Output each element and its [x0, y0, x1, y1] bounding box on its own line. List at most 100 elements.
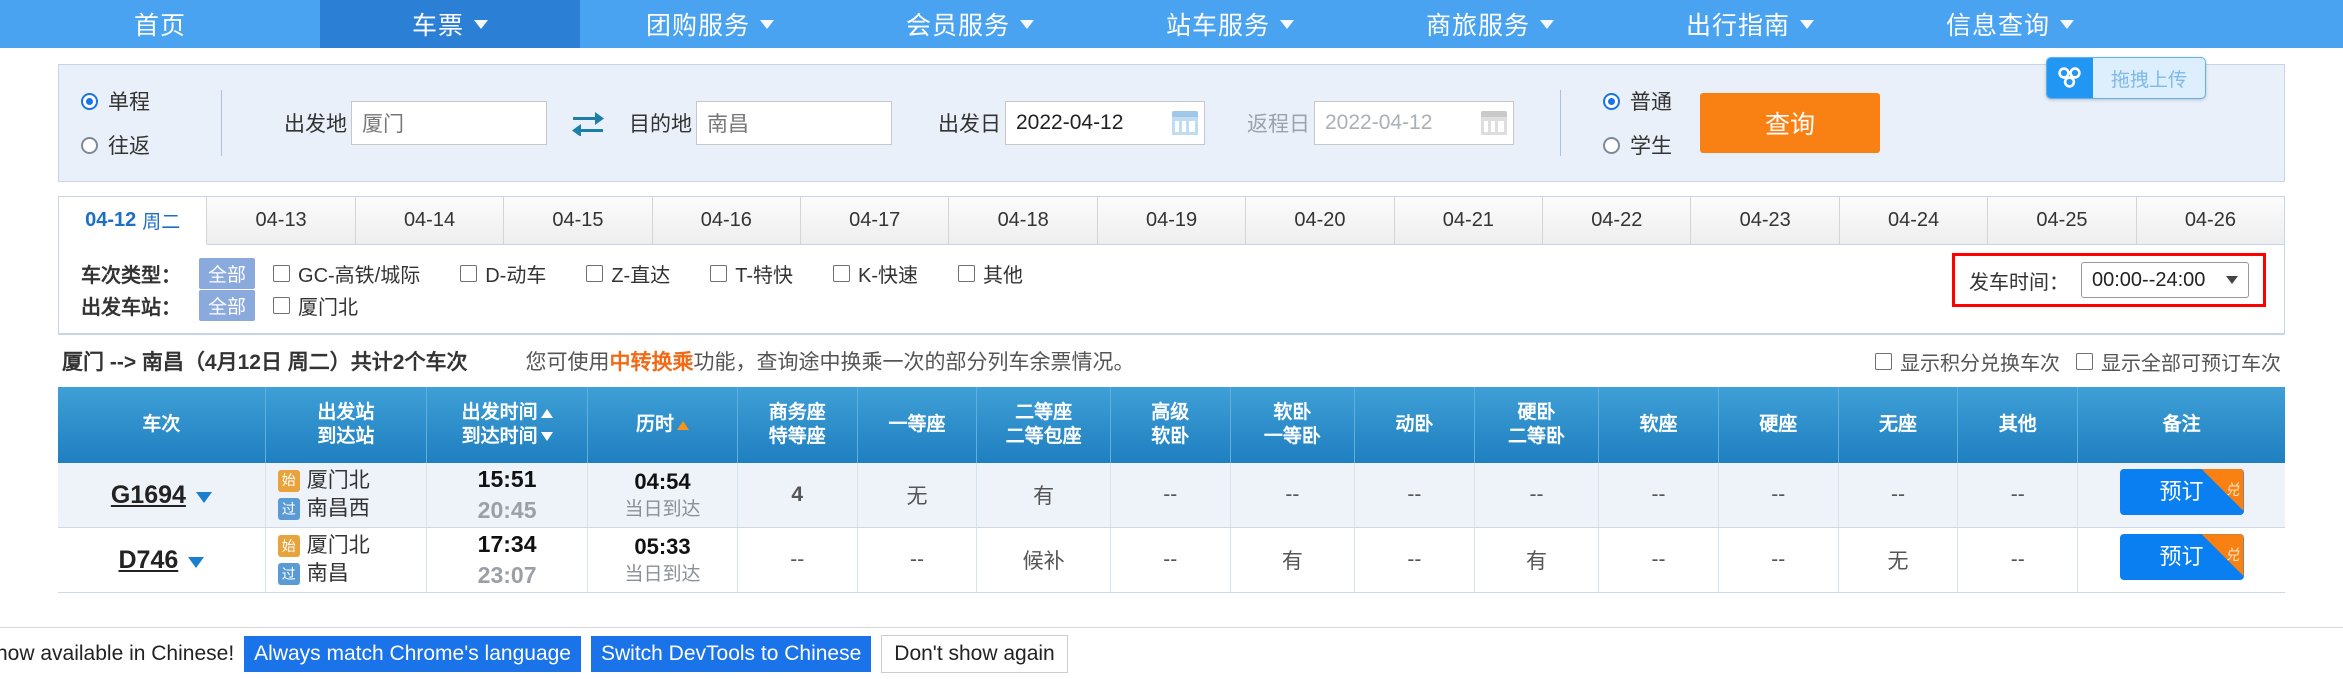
date-tab-label: 04-19	[1145, 209, 1198, 231]
cell-other: --	[1957, 527, 2079, 594]
option-show-points-trains[interactable]: 显示积分兑换车次	[1875, 347, 2060, 376]
cell-hard-sleeper: 有	[1474, 527, 1600, 594]
col-stations[interactable]: 出发站 到达站	[265, 387, 427, 463]
nav-item-tickets[interactable]: 车票	[320, 0, 580, 48]
table-row[interactable]: D746 始厦门北 过南昌 17:34 23:07 05:33 当日到达 -- …	[58, 527, 2285, 594]
date-tab-0420[interactable]: 04-20	[1246, 197, 1395, 244]
chevron-down-icon[interactable]	[195, 491, 212, 503]
depart-date-input[interactable]: 2022-04-12	[1005, 101, 1205, 145]
checkbox[interactable]	[273, 296, 291, 314]
filter-gc[interactable]: GC-高铁/城际	[273, 259, 420, 288]
to-input[interactable]: 南昌	[696, 101, 892, 145]
date-tab-0412[interactable]: 04-12 周二	[59, 197, 208, 245]
book-button[interactable]: 预订 兑	[2119, 469, 2244, 516]
date-tab-0413[interactable]: 04-13	[207, 197, 356, 244]
date-tab-weekday: 周二	[142, 212, 181, 233]
filter-z[interactable]: Z-直达	[586, 259, 670, 288]
filter-label: 其他	[983, 264, 1024, 287]
duration-value: 04:54	[634, 469, 691, 495]
radio-round-trip[interactable]: 往返	[81, 130, 209, 160]
cell-emu-sleeper: --	[1354, 463, 1475, 529]
date-tab-0421[interactable]: 04-21	[1394, 197, 1544, 244]
dont-show-again-button[interactable]: Don't show again	[881, 634, 1068, 673]
col-train-no[interactable]: 车次	[58, 387, 266, 463]
option-show-all-bookable[interactable]: 显示全部可预订车次	[2076, 347, 2281, 376]
filter-other[interactable]: 其他	[958, 259, 1023, 288]
summary-options: 显示积分兑换车次 显示全部可预订车次	[1875, 347, 2281, 376]
checkbox[interactable]	[273, 264, 291, 282]
station-all-button[interactable]: 全部	[199, 289, 256, 321]
checkbox[interactable]	[1875, 352, 1892, 370]
swap-stations-button[interactable]	[571, 110, 605, 136]
date-tab-0414[interactable]: 04-14	[355, 197, 505, 244]
filter-d[interactable]: D-动车	[460, 259, 546, 288]
query-button[interactable]: 查询	[1700, 93, 1880, 153]
from-input-value: 厦门	[362, 113, 404, 136]
date-tab-0418[interactable]: 04-18	[949, 197, 1098, 244]
col-duration[interactable]: 历时	[587, 387, 738, 463]
from-input[interactable]: 厦门	[351, 101, 547, 145]
date-tab-0415[interactable]: 04-15	[504, 197, 653, 244]
transfer-link[interactable]: 中转换乘	[609, 351, 693, 374]
radio-one-way[interactable]: 单程	[81, 86, 209, 116]
col-no-seat: 无座	[1838, 387, 1959, 463]
date-tab-0416[interactable]: 04-16	[652, 197, 802, 244]
filter-k[interactable]: K-快速	[833, 259, 918, 288]
train-type-label: 车次类型：	[81, 264, 181, 287]
nav-item-group-service[interactable]: 团购服务	[580, 0, 840, 48]
checkbox[interactable]	[833, 264, 851, 282]
checkbox[interactable]	[460, 264, 478, 282]
nav-item-info-query[interactable]: 信息查询	[1880, 0, 2140, 48]
date-tab-0426[interactable]: 04-26	[2136, 197, 2285, 244]
return-date-input[interactable]: 2022-04-12	[1314, 101, 1514, 145]
table-row[interactable]: G1694 始厦门北 过南昌西 15:51 20:45 04:54 当日到达 4…	[58, 463, 2285, 529]
checkbox[interactable]	[958, 264, 976, 282]
checkbox[interactable]	[586, 264, 604, 282]
checkbox[interactable]	[710, 264, 728, 282]
nav-item-travel-guide[interactable]: 出行指南	[1620, 0, 1880, 48]
chevron-down-icon[interactable]	[188, 556, 205, 568]
trip-type-group: 单程 往返	[59, 86, 209, 160]
calendar-icon[interactable]	[1481, 111, 1507, 135]
cell-soft-seat: --	[1598, 463, 1719, 529]
calendar-icon[interactable]	[1172, 111, 1198, 135]
radio-student[interactable]: 学生	[1603, 130, 1672, 160]
book-button[interactable]: 预订 兑	[2119, 534, 2244, 581]
cell-no-seat: 无	[1838, 527, 1959, 594]
nav-item-home[interactable]: 首页	[0, 0, 320, 48]
date-tab-label: 04-14	[403, 209, 456, 231]
sort-desc-icon[interactable]	[540, 432, 553, 442]
cell-first-class: --	[857, 527, 978, 594]
cell-hard-sleeper: --	[1474, 463, 1600, 529]
from-field: 出发地 厦门	[284, 101, 547, 145]
sort-asc-icon[interactable]	[677, 420, 690, 430]
date-tab-0419[interactable]: 04-19	[1097, 197, 1247, 244]
chevron-down-icon	[2060, 19, 2074, 29]
sort-asc-icon[interactable]	[540, 408, 553, 418]
train-number-link[interactable]: D746	[119, 546, 179, 575]
filter-t[interactable]: T-特快	[710, 259, 793, 288]
chevron-down-icon	[1540, 19, 1554, 29]
nav-item-station-service[interactable]: 站车服务	[1100, 0, 1360, 48]
nav-item-member-service[interactable]: 会员服务	[840, 0, 1100, 48]
netdisk-upload-widget[interactable]: 拖拽上传	[2045, 57, 2206, 99]
date-tab-0423[interactable]: 04-23	[1691, 197, 1840, 244]
nav-item-business-travel[interactable]: 商旅服务	[1360, 0, 1620, 48]
train-number-link[interactable]: G1694	[111, 481, 186, 510]
date-tab-0425[interactable]: 04-25	[1988, 197, 2137, 244]
col-label-line1: 商务座	[768, 402, 826, 424]
filter-station-xiamenbei[interactable]: 厦门北	[273, 291, 358, 320]
date-tab-0424[interactable]: 04-24	[1839, 197, 1989, 244]
date-tab-0417[interactable]: 04-17	[801, 197, 950, 244]
cell-business-seat: 4	[737, 463, 858, 529]
radio-normal[interactable]: 普通	[1603, 86, 1672, 116]
checkbox[interactable]	[2076, 352, 2093, 370]
switch-devtools-language-button[interactable]: Switch DevTools to Chinese	[590, 635, 872, 672]
col-label: 硬座	[1759, 414, 1798, 436]
depart-time-select[interactable]: 00:00--24:00	[2081, 262, 2249, 298]
col-label-line1: 软卧	[1273, 402, 1312, 424]
col-times[interactable]: 出发时间 到达时间	[426, 387, 589, 463]
always-match-language-button[interactable]: Always match Chrome's language	[244, 635, 581, 672]
train-type-all-button[interactable]: 全部	[199, 257, 256, 289]
date-tab-0422[interactable]: 04-22	[1543, 197, 1692, 244]
